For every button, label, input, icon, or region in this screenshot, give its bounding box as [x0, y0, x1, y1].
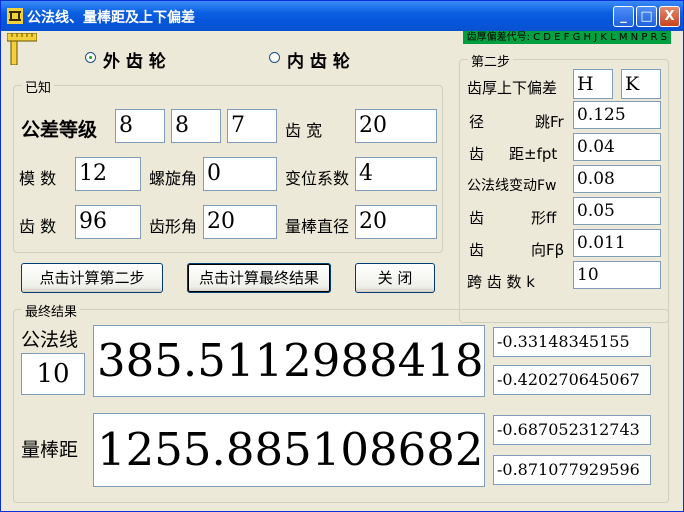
shift-coefficient-label: 变位系数: [285, 169, 350, 188]
tolerance-grade-label: 公差等级: [21, 119, 98, 141]
span-teeth-input[interactable]: 10: [573, 261, 661, 289]
profile-error-label-prefix: 齿: [469, 209, 485, 227]
rod-distance-upper-dev-output[interactable]: -0.687052312743: [493, 415, 651, 445]
thickness-deviation-label: 齿厚上下偏差: [467, 79, 558, 97]
span-teeth-label: 跨 齿 数 k: [467, 273, 535, 291]
rod-distance-label: 量棒距: [21, 439, 79, 461]
radio-external-indicator[interactable]: [85, 52, 96, 63]
rod-distance-output[interactable]: 1255.885108682: [93, 413, 485, 487]
rod-distance-lower-dev-output[interactable]: -0.871077929596: [493, 455, 651, 485]
results-group-title: 最终结果: [22, 301, 81, 320]
minimize-button[interactable]: _: [613, 6, 634, 27]
tolerance-grade-3-input[interactable]: 7: [227, 109, 277, 143]
pitch-deviation-input[interactable]: 0.04: [573, 133, 661, 161]
common-normal-variation-input[interactable]: 0.08: [573, 165, 661, 193]
teeth-count-label: 齿 数: [19, 217, 57, 236]
maximize-icon: □: [640, 9, 653, 24]
helix-error-input[interactable]: 0.011: [573, 229, 661, 257]
known-group-title: 已知: [22, 77, 55, 96]
face-width-label: 齿 宽: [285, 121, 323, 140]
common-normal-variation-label: 公法线变动Fw: [467, 178, 557, 194]
deviation-upper-input[interactable]: H: [573, 69, 613, 99]
pitch-deviation-label: 距±fpt: [509, 145, 558, 163]
span-count-output[interactable]: 10: [21, 353, 85, 395]
helix-error-label: 向Fβ: [531, 241, 565, 259]
radial-runout-label-prefix: 径: [469, 113, 485, 131]
common-normal-lower-dev-output[interactable]: -0.420270645067: [493, 365, 651, 395]
profile-error-label: 形ff: [531, 209, 557, 227]
radio-internal-gear[interactable]: 内 齿 轮: [269, 47, 409, 72]
radio-selected-dot: [89, 56, 92, 59]
pitch-deviation-label-prefix: 齿: [469, 145, 485, 163]
helix-angle-label: 螺旋角: [149, 169, 198, 188]
ruler-app-icon: [7, 8, 23, 24]
radial-runout-input[interactable]: 0.125: [573, 101, 661, 129]
common-normal-label: 公法线: [21, 329, 79, 351]
calc-step2-button[interactable]: 点击计算第二步: [21, 263, 163, 293]
close-window-button[interactable]: X: [659, 6, 680, 27]
app-window: 公法线、量棒距及上下偏差 _ □ X 齿厚偏差代号: C D E F G H J…: [0, 0, 684, 512]
module-label: 模 数: [19, 169, 57, 188]
client-area: 齿厚偏差代号: C D E F G H J K L M N P R S 外 齿 …: [1, 31, 683, 511]
profile-error-input[interactable]: 0.05: [573, 197, 661, 225]
close-button[interactable]: 关 闭: [355, 263, 435, 293]
module-input[interactable]: 12: [75, 157, 141, 191]
common-normal-output[interactable]: 385.5112988418: [93, 325, 485, 397]
close-icon: X: [664, 9, 675, 24]
maximize-button[interactable]: □: [636, 6, 657, 27]
step2-group-title: 第二步: [468, 51, 514, 70]
helix-angle-input[interactable]: 0: [203, 157, 277, 191]
rod-diameter-label: 量棒直径: [285, 217, 350, 236]
tolerance-grade-2-input[interactable]: 8: [171, 109, 221, 143]
ruler-icon: [7, 33, 37, 65]
tolerance-grade-1-input[interactable]: 8: [115, 109, 165, 143]
common-normal-upper-dev-output[interactable]: -0.33148345155: [493, 327, 651, 357]
shift-coefficient-input[interactable]: 4: [355, 157, 437, 191]
radio-external-label: 外 齿 轮: [103, 52, 166, 72]
pressure-angle-input[interactable]: 20: [203, 205, 277, 239]
radio-external-gear[interactable]: 外 齿 轮: [85, 47, 225, 72]
radio-internal-label: 内 齿 轮: [287, 52, 350, 72]
radial-runout-label: 跳Fr: [535, 113, 564, 131]
rod-diameter-input[interactable]: 20: [355, 205, 437, 239]
deviation-lower-input[interactable]: K: [621, 69, 661, 99]
face-width-input[interactable]: 20: [355, 109, 437, 143]
title-bar[interactable]: 公法线、量棒距及上下偏差 _ □ X: [1, 1, 683, 31]
window-title: 公法线、量棒距及上下偏差: [27, 10, 195, 26]
minimize-icon: _: [620, 9, 627, 24]
pressure-angle-label: 齿形角: [149, 217, 198, 236]
helix-error-label-prefix: 齿: [469, 241, 485, 259]
calc-final-button[interactable]: 点击计算最终结果: [187, 263, 331, 293]
radio-internal-indicator[interactable]: [269, 52, 280, 63]
deviation-code-badge: 齿厚偏差代号: C D E F G H J K L M N P R S: [462, 31, 671, 44]
teeth-count-input[interactable]: 96: [75, 205, 141, 239]
